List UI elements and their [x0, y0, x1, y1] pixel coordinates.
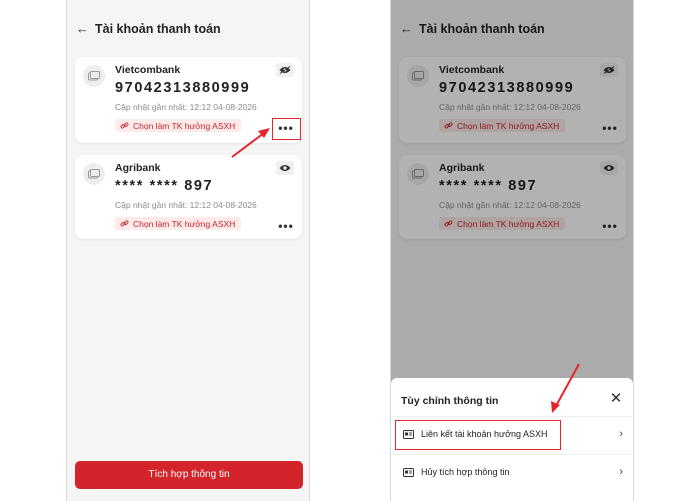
bank-name: Vietcombank [115, 64, 181, 76]
account-card-agribank[interactable]: Agribank **** **** 897 Cập nhật gần nhất… [75, 155, 302, 239]
app-header: ← Tài khoản thanh toán [67, 0, 309, 60]
select-asxh-chip[interactable]: Chọn làm TK hưởng ASXH [115, 119, 242, 132]
chevron-right-icon: › [619, 428, 623, 440]
sheet-item-label: Hủy tích hợp thông tin [421, 467, 510, 477]
link-icon [120, 122, 129, 129]
id-card-icon [403, 468, 414, 477]
asxh-chip-label: Chọn làm TK hưởng ASXH [133, 120, 236, 131]
integrate-info-button[interactable]: Tích hợp thông tin [75, 461, 303, 489]
sheet-title: Tùy chỉnh thông tin [401, 395, 499, 407]
account-card-vietcombank[interactable]: Vietcombank 9704231388099​9 Cập nhật gần… [75, 57, 302, 143]
last-updated-text: Cập nhật gần nhất: 12:12 04-08-2026 [115, 200, 257, 210]
select-asxh-chip[interactable]: Chọn làm TK hưởng ASXH [115, 217, 242, 230]
cancel-integration-item[interactable]: Hủy tích hợp thông tin › [391, 454, 633, 492]
account-number: **** **** 897 [115, 178, 214, 194]
highlight-box-more-options [272, 118, 301, 140]
asxh-chip-label: Chọn làm TK hưởng ASXH [133, 218, 236, 229]
last-updated-text: Cập nhật gần nhất: 12:12 04-08-2026 [115, 102, 257, 112]
chevron-right-icon: › [619, 466, 623, 478]
hide-number-eye-icon[interactable] [276, 63, 294, 77]
bank-card-icon [83, 65, 105, 87]
show-number-eye-icon[interactable] [276, 161, 294, 175]
bank-name: Agribank [115, 162, 161, 174]
phone-screen-left: ← Tài khoản thanh toán Vietcombank 97042… [66, 0, 310, 501]
highlight-box-link-asxh [395, 420, 561, 450]
more-options-icon[interactable]: ••• [278, 220, 294, 233]
account-number: 9704231388099​9 [115, 80, 251, 96]
page-title: Tài khoản thanh toán [95, 22, 221, 36]
back-arrow-icon[interactable]: ← [76, 22, 90, 36]
link-icon [120, 220, 129, 227]
close-icon[interactable]: ✕ [609, 391, 623, 406]
bank-card-icon [83, 163, 105, 185]
